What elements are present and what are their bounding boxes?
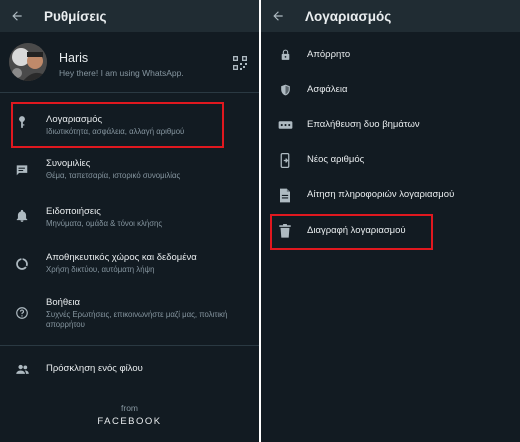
data-usage-icon <box>14 256 30 272</box>
item-title: Συνομιλίες <box>46 158 91 169</box>
settings-item-notifications[interactable]: Ειδοποιήσεις Μηνύματα, ομάδα & τόνοι κλή… <box>0 200 259 236</box>
item-title: Βοήθεια <box>46 297 81 308</box>
item-title: Νέος αριθμός <box>307 154 365 165</box>
account-item-privacy[interactable]: Απόρρητο <box>261 37 520 73</box>
divider <box>0 92 259 93</box>
footer-brand: FACEBOOK <box>97 416 162 427</box>
account-item-change-number[interactable]: Νέος αριθμός <box>261 142 520 178</box>
item-title: Απόρρητο <box>307 49 351 60</box>
account-item-security[interactable]: Ασφάλεια <box>261 72 520 108</box>
settings-item-chats[interactable]: Συνομιλίες Θέμα, ταπετσαρία, ιστορικό συ… <box>0 152 259 188</box>
account-item-request-info[interactable]: Αίτηση πληροφοριών λογαριασμού <box>261 177 520 213</box>
account-item-two-step[interactable]: Επαλήθευση δυο βημάτων <box>261 107 520 143</box>
item-title: Αίτηση πληροφοριών λογαριασμού <box>307 189 455 200</box>
dots-icon <box>277 117 293 133</box>
app-bar: Ρυθμίσεις <box>0 0 259 32</box>
help-icon <box>14 305 30 321</box>
item-title: Ειδοποιήσεις <box>46 206 101 217</box>
shield-icon <box>277 82 293 98</box>
item-title: Αποθηκευτικός χώρος και δεδομένα <box>46 252 197 263</box>
footer-from: from <box>121 403 138 413</box>
settings-item-invite[interactable]: Πρόσκληση ενός φίλου <box>0 355 259 383</box>
settings-screen: Ρυθμίσεις Haris Hey there! I am using Wh… <box>0 0 259 442</box>
profile-status: Hey there! I am using WhatsApp. <box>59 68 184 78</box>
app-bar: Λογαριασμός <box>261 0 520 32</box>
settings-item-help[interactable]: Βοήθεια Συχνές Ερωτήσεις, επικοινωνήστε … <box>0 294 259 336</box>
item-title: Ασφάλεια <box>307 84 348 95</box>
account-screen: Λογαριασμός Απόρρητο Ασφάλεια Επαλήθευση… <box>261 0 520 442</box>
bell-icon <box>14 208 30 224</box>
profile-name: Haris <box>59 51 89 65</box>
item-subtitle: Χρήση δικτύου, αυτόματη λήψη <box>46 265 155 274</box>
item-subtitle: Θέμα, ταπετσαρία, ιστορικό συνομιλίας <box>46 171 181 180</box>
page-title: Ρυθμίσεις <box>44 8 107 24</box>
item-title: Πρόσκληση ενός φίλου <box>46 363 143 374</box>
page-title: Λογαριασμός <box>305 8 392 24</box>
profile-row[interactable]: Haris Hey there! I am using WhatsApp. <box>0 40 259 90</box>
document-icon <box>277 187 293 203</box>
qr-code-icon[interactable] <box>233 56 247 75</box>
arrow-left-icon[interactable] <box>2 0 32 32</box>
people-icon <box>14 361 30 377</box>
item-subtitle: Συχνές Ερωτήσεις, επικοινωνήστε μαζί μας… <box>46 310 228 329</box>
lock-icon <box>277 47 293 63</box>
divider <box>0 345 259 346</box>
item-title: Επαλήθευση δυο βημάτων <box>307 119 420 130</box>
phone-swap-icon <box>277 152 293 168</box>
settings-item-storage[interactable]: Αποθηκευτικός χώρος και δεδομένα Χρήση δ… <box>0 248 259 284</box>
highlight-box <box>270 214 433 250</box>
avatar[interactable] <box>9 43 47 81</box>
highlight-box <box>11 102 224 148</box>
chat-icon <box>14 162 30 178</box>
arrow-left-icon[interactable] <box>263 0 293 32</box>
item-subtitle: Μηνύματα, ομάδα & τόνοι κλήσης <box>46 219 163 228</box>
